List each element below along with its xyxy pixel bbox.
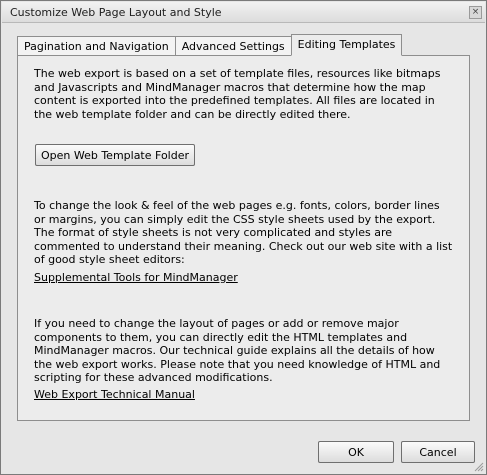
close-icon[interactable]: × xyxy=(469,6,482,19)
cancel-button[interactable]: Cancel xyxy=(401,441,475,463)
dialog-title: Customize Web Page Layout and Style xyxy=(10,6,222,19)
intro-description: The web export is based on a set of temp… xyxy=(34,67,441,121)
tab-advanced-settings[interactable]: Advanced Settings xyxy=(174,36,292,56)
title-bar[interactable]: Customize Web Page Layout and Style × xyxy=(2,2,485,23)
supplemental-tools-link[interactable]: Supplemental Tools for MindManager xyxy=(34,271,238,284)
editing-templates-panel: The web export is based on a set of temp… xyxy=(17,55,470,421)
ok-button[interactable]: OK xyxy=(318,441,394,463)
customize-web-page-dialog: Customize Web Page Layout and Style × Pa… xyxy=(0,0,487,475)
html-description: If you need to change the layout of page… xyxy=(34,317,441,384)
tab-pagination-and-navigation[interactable]: Pagination and Navigation xyxy=(17,36,176,56)
tab-editing-templates[interactable]: Editing Templates xyxy=(290,34,403,56)
resize-grip-icon[interactable] xyxy=(472,460,484,472)
css-description: To change the look & feel of the web pag… xyxy=(34,199,453,266)
web-export-manual-link[interactable]: Web Export Technical Manual xyxy=(34,388,195,401)
open-web-template-folder-button[interactable]: Open Web Template Folder xyxy=(35,144,195,166)
tab-strip: Pagination and Navigation Advanced Setti… xyxy=(17,34,403,56)
